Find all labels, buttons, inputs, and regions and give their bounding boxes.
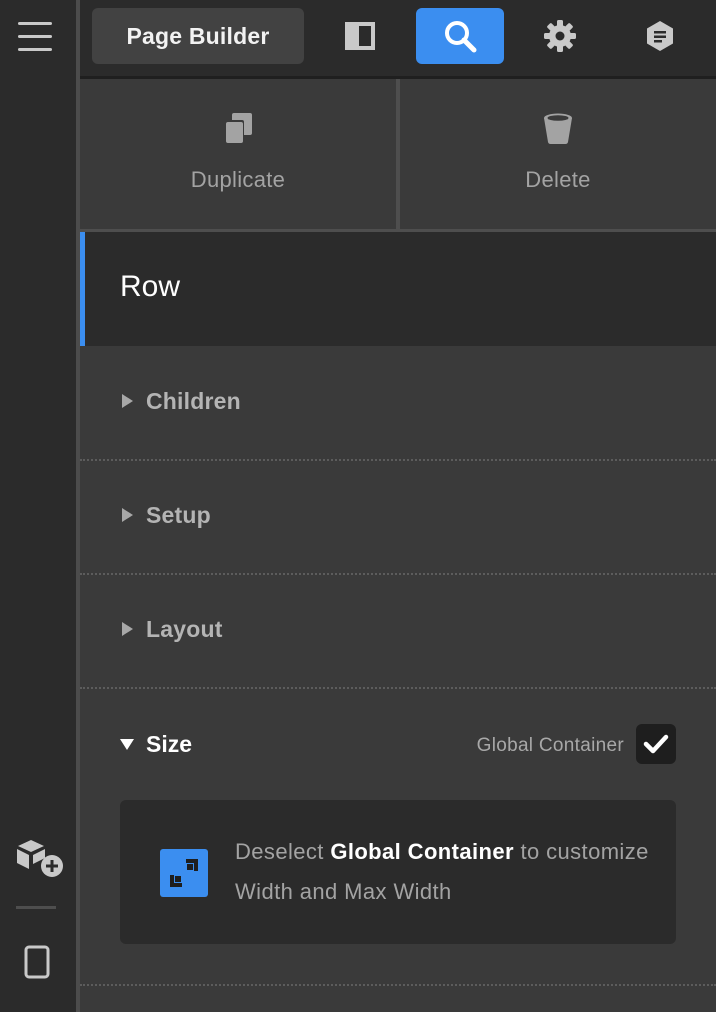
- checkmark-icon: [643, 734, 669, 754]
- rail-divider: [16, 906, 56, 909]
- element-title: Row: [120, 270, 181, 303]
- delete-button[interactable]: Delete: [400, 79, 716, 229]
- duplicate-button[interactable]: Duplicate: [80, 79, 396, 229]
- top-toolbar: Page Builder: [80, 0, 716, 76]
- section-title: Children: [146, 388, 241, 414]
- resize-icon: [160, 849, 208, 897]
- section-title: Layout: [146, 616, 223, 642]
- global-container-label: Global Container: [476, 735, 624, 756]
- section-size-title[interactable]: Size: [146, 731, 192, 758]
- global-container-checkbox[interactable]: [636, 724, 676, 764]
- caret-right-icon: [122, 394, 133, 408]
- trash-icon: [541, 111, 575, 150]
- caret-right-icon: [122, 508, 133, 522]
- section-divider: [80, 984, 716, 986]
- section-title: Setup: [146, 502, 211, 528]
- menu-icon[interactable]: [18, 22, 54, 52]
- notes-icon[interactable]: [616, 8, 704, 64]
- section-children[interactable]: Children: [80, 346, 716, 459]
- add-element-icon[interactable]: [14, 836, 64, 880]
- caret-right-icon: [122, 622, 133, 636]
- size-info-text: Deselect Global Container to customize W…: [235, 839, 649, 904]
- size-info-box: Deselect Global Container to customize W…: [120, 800, 676, 944]
- left-rail: [0, 0, 76, 1012]
- selection-accent: [80, 232, 85, 346]
- search-icon[interactable]: [416, 8, 504, 64]
- section-setup[interactable]: Setup: [80, 460, 716, 573]
- duplicate-icon: [222, 111, 254, 150]
- caret-down-icon[interactable]: [120, 739, 134, 750]
- section-layout[interactable]: Layout: [80, 574, 716, 687]
- section-divider: [80, 687, 716, 689]
- actions-divider: [396, 79, 400, 229]
- layout-toggle-icon[interactable]: [316, 8, 404, 64]
- element-header: Row: [80, 232, 716, 346]
- info-bold-text: Global Container: [330, 839, 514, 864]
- gear-icon[interactable]: [516, 8, 604, 64]
- delete-label: Delete: [525, 167, 591, 192]
- page-builder-button[interactable]: Page Builder: [92, 8, 304, 64]
- duplicate-label: Duplicate: [190, 167, 286, 192]
- device-preview-icon[interactable]: [22, 944, 52, 982]
